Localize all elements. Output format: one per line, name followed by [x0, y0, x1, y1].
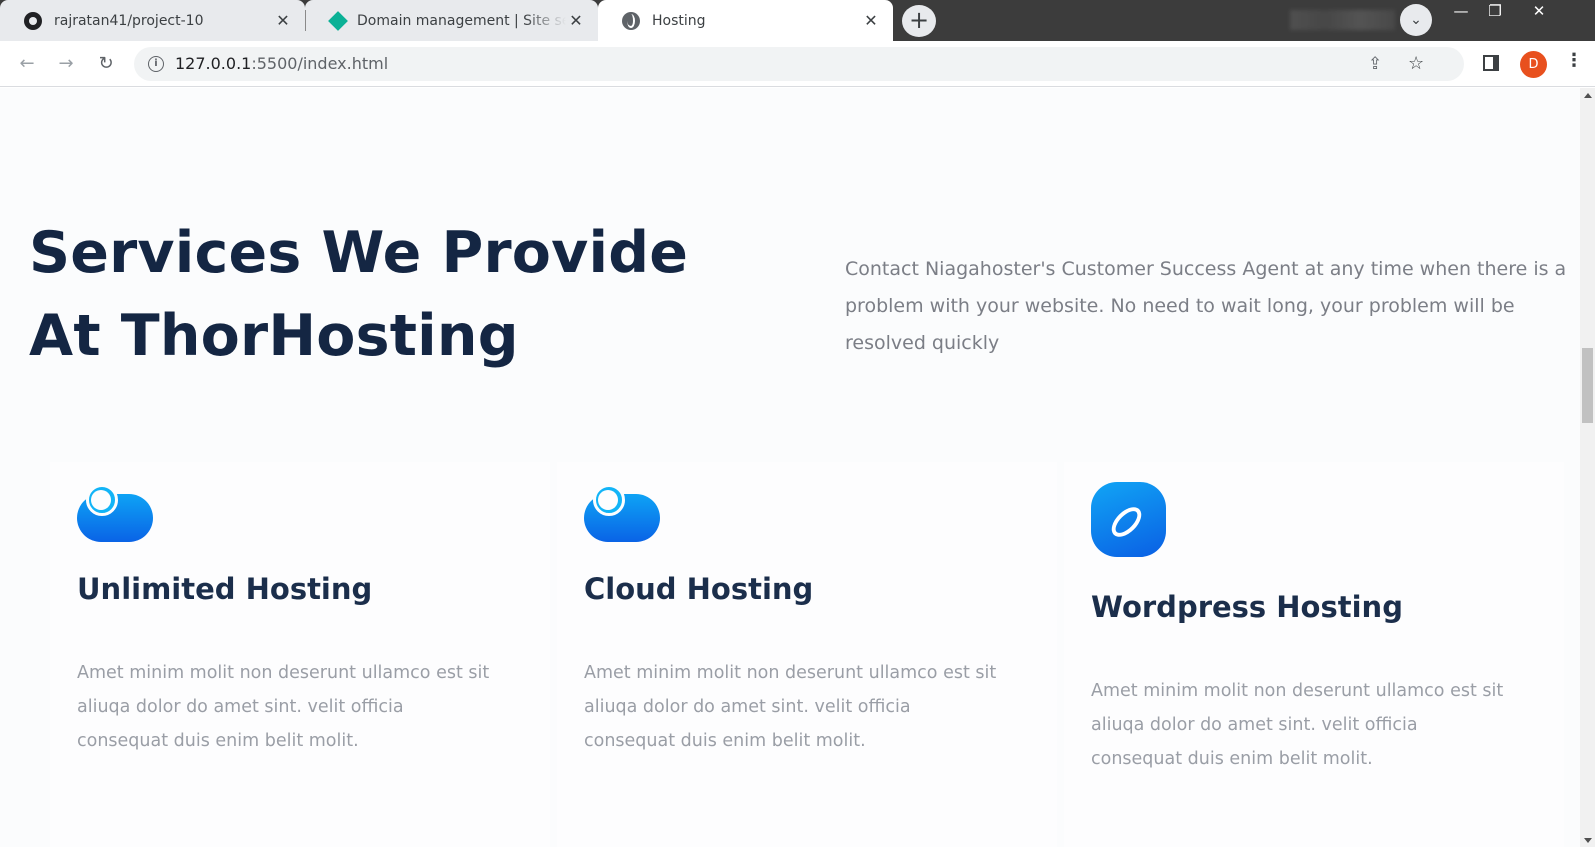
- service-card-unlimited-hosting: Unlimited Hosting Amet minim molit non d…: [50, 462, 550, 847]
- tab-strip: rajratan41/project-10 ✕ Domain managemen…: [0, 0, 1595, 41]
- service-description: Amet minim molit non deserunt ullamco es…: [77, 663, 490, 751]
- netlify-diamond-icon: [328, 10, 348, 31]
- service-card-cloud-hosting: Cloud Hosting Amet minim molit non deser…: [557, 462, 1057, 847]
- url-host: 127.0.0.1: [175, 54, 252, 73]
- minimize-button[interactable]: —: [1444, 0, 1478, 25]
- services-headline: Services We Provide At ThorHosting: [29, 220, 689, 369]
- services-intro: Contact Niagahoster's Customer Success A…: [845, 258, 1567, 354]
- bookmark-star-icon[interactable]: ☆: [1408, 53, 1424, 74]
- tab-close-icon[interactable]: ✕: [566, 11, 586, 30]
- page-viewport: Services We Provide At ThorHosting Conta…: [0, 88, 1580, 847]
- service-title: Wordpress Hosting: [1091, 590, 1403, 624]
- scroll-down-arrow-icon[interactable]: [1584, 838, 1592, 843]
- address-bar[interactable]: i 127.0.0.1:5500/index.html ⇪ ☆: [134, 47, 1464, 81]
- github-icon: [24, 11, 42, 30]
- service-description: Amet minim molit non deserunt ullamco es…: [1091, 681, 1504, 769]
- tab-title: Hosting: [652, 12, 706, 29]
- url-path: :5500/index.html: [251, 54, 389, 73]
- scrollbar-thumb[interactable]: [1582, 348, 1593, 423]
- cloud-icon: [77, 484, 153, 542]
- service-title: Cloud Hosting: [584, 572, 814, 606]
- tab-title: rajratan41/project-10: [54, 12, 204, 29]
- cloud-icon: [584, 484, 660, 542]
- tab-search-button[interactable]: ⌄: [1400, 4, 1432, 36]
- service-description: Amet minim molit non deserunt ullamco es…: [584, 663, 997, 751]
- site-info-icon[interactable]: i: [148, 56, 164, 72]
- service-card-wordpress-hosting: Wordpress Hosting Amet minim molit non d…: [1064, 462, 1564, 847]
- forward-button[interactable]: →: [52, 50, 80, 78]
- tab-title: Domain management | Site settings: [357, 12, 566, 29]
- service-title: Unlimited Hosting: [77, 572, 373, 606]
- reload-button[interactable]: ↻: [92, 50, 120, 78]
- back-button[interactable]: ←: [13, 50, 41, 78]
- wordpress-icon: [1091, 482, 1166, 557]
- restore-button[interactable]: ❐: [1478, 0, 1512, 25]
- window-close-button[interactable]: ✕: [1516, 0, 1562, 25]
- tab-domain-management[interactable]: Domain management | Site settings ✕: [305, 0, 598, 41]
- page-scrollbar[interactable]: [1580, 88, 1595, 847]
- tab-close-icon[interactable]: ✕: [861, 11, 881, 30]
- browser-toolbar: ← → ↻ i 127.0.0.1:5500/index.html ⇪ ☆ D …: [0, 41, 1595, 87]
- new-tab-button[interactable]: +: [902, 5, 936, 37]
- blurred-extension-area: [1290, 10, 1395, 30]
- tab-github[interactable]: rajratan41/project-10 ✕: [0, 0, 305, 41]
- share-icon[interactable]: ⇪: [1368, 54, 1382, 74]
- globe-icon: [622, 11, 640, 30]
- browser-menu-icon[interactable]: ⋮: [1565, 50, 1583, 71]
- scroll-up-arrow-icon[interactable]: [1584, 93, 1592, 98]
- tab-close-icon[interactable]: ✕: [273, 11, 293, 30]
- tab-hosting[interactable]: Hosting ✕: [598, 0, 893, 41]
- profile-avatar[interactable]: D: [1520, 51, 1547, 78]
- url-text[interactable]: 127.0.0.1:5500/index.html: [175, 54, 388, 73]
- side-panel-icon[interactable]: [1483, 55, 1499, 71]
